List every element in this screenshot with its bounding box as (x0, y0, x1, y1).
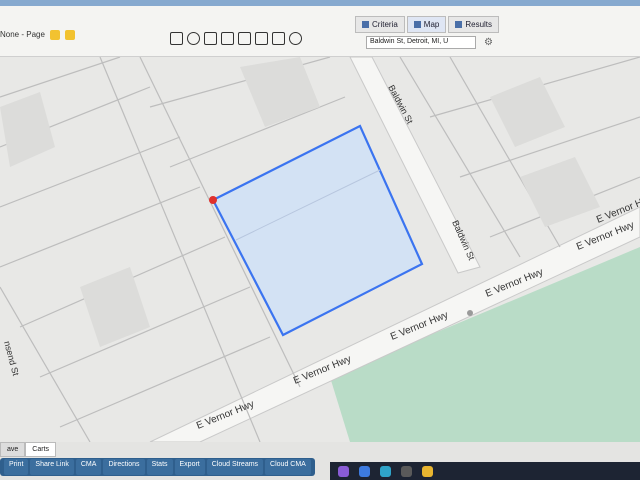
tab-criteria-label: Criteria (372, 20, 398, 29)
breadcrumb: None - Page (0, 30, 76, 40)
criteria-icon (362, 21, 369, 28)
map-canvas[interactable]: Baldwin St Baldwin St E Vernor Hwy E Ver… (0, 57, 640, 442)
cloud-streams-button[interactable]: Cloud Streams (206, 459, 264, 475)
store-icon[interactable] (401, 465, 412, 477)
tab-map-label: Map (423, 20, 440, 29)
os-taskbar (330, 462, 640, 480)
drawing-toolbar (170, 32, 302, 45)
rectangle-draw-icon[interactable] (204, 32, 217, 45)
edge-icon[interactable] (380, 465, 391, 477)
action-bar: Print Share Link CMA Directions Stats Ex… (0, 458, 315, 476)
stats-button[interactable]: Stats (146, 459, 173, 475)
tab-save[interactable]: ave (0, 442, 26, 457)
polygon-vertex-handle[interactable] (209, 196, 217, 204)
chrome-icon[interactable] (422, 465, 433, 477)
app-header: None - Page Criteria Map Results Baldwin… (0, 0, 640, 57)
window-title-edge (0, 0, 640, 6)
results-icon (455, 21, 463, 28)
tab-map[interactable]: Map (406, 16, 447, 33)
tag-icon[interactable] (65, 30, 76, 40)
pencil-icon[interactable] (238, 32, 251, 45)
circle-draw-icon[interactable] (187, 32, 200, 45)
layers-icon[interactable] (272, 32, 285, 45)
tab-criteria[interactable]: Criteria (355, 16, 405, 33)
print-button[interactable]: Print (4, 459, 29, 475)
cloud-cma-button[interactable]: Cloud CMA (265, 459, 311, 475)
map-icon (413, 21, 421, 28)
screen: Baldwin St Baldwin St E Vernor Hwy E Ver… (0, 0, 640, 480)
directions-button[interactable]: Directions (103, 459, 145, 475)
gear-icon[interactable]: ⚙ (484, 37, 493, 48)
car-icon[interactable] (170, 32, 183, 45)
browser-icon[interactable] (359, 465, 370, 477)
breadcrumb-text: None - Page (0, 30, 45, 40)
view-tabs: Criteria Map Results (355, 16, 500, 33)
export-button[interactable]: Export (174, 459, 205, 475)
tab-carts[interactable]: Carts (25, 442, 57, 457)
cursor-marker (467, 310, 473, 316)
tab-results[interactable]: Results (448, 16, 500, 33)
address-search-input[interactable]: Baldwin St, Detroit, MI, U (366, 36, 476, 49)
target-icon[interactable] (289, 32, 302, 45)
bottom-tabs: ave Carts (0, 442, 57, 457)
tab-results-label: Results (465, 20, 493, 29)
chat-icon[interactable] (338, 465, 349, 477)
share-link-button[interactable]: Share Link (30, 459, 74, 475)
polygon-draw-icon[interactable] (221, 32, 234, 45)
cma-button[interactable]: CMA (75, 459, 102, 475)
checklist-icon[interactable] (50, 30, 61, 40)
eraser-icon[interactable] (255, 32, 268, 45)
